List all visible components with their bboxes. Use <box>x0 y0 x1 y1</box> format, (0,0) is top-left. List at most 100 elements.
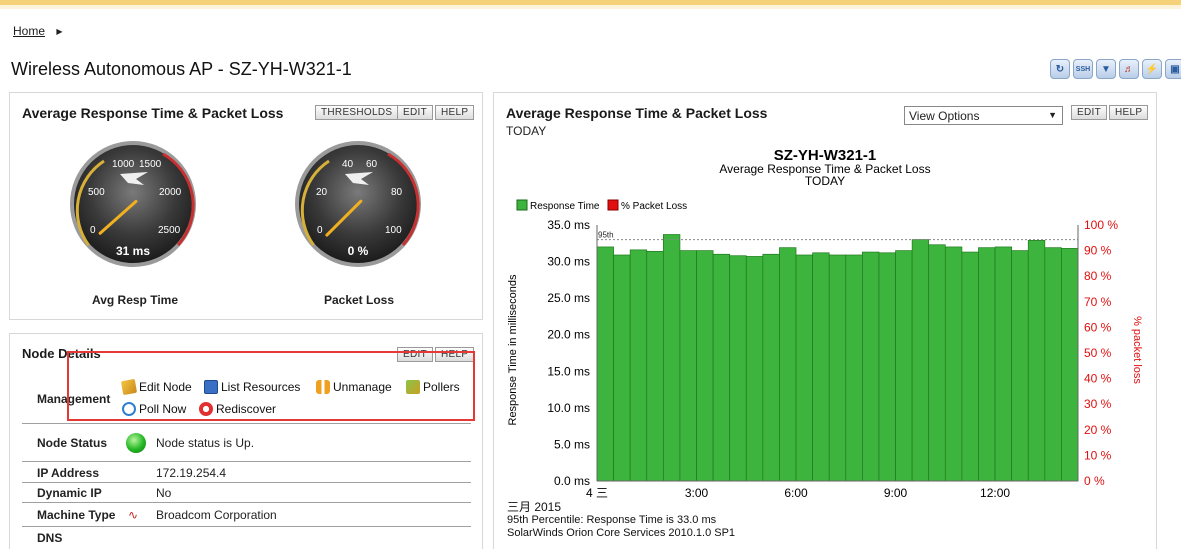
x-tick-label: 12:00 <box>980 486 1010 500</box>
response-time-bar <box>961 251 979 482</box>
gauge2-tick-4: 80 <box>391 187 403 198</box>
dynamic-ip-key: Dynamic IP <box>37 486 102 500</box>
gauges-panel: Average Response Time & Packet Loss THRE… <box>9 92 483 320</box>
product-footer: SolarWinds Orion Core Services 2010.1.0 … <box>507 527 736 539</box>
node-status-key: Node Status <box>37 436 108 450</box>
y-tick-label: 0.0 ms <box>554 474 590 488</box>
legend-swatch-response <box>516 199 528 211</box>
y2-tick-label: 70 % <box>1084 295 1112 309</box>
percentile-label: 95th <box>598 231 614 240</box>
response-time-bar <box>1011 250 1029 482</box>
x-tick-label: 3:00 <box>685 486 709 500</box>
gauge2-tick-3: 60 <box>366 159 378 170</box>
divider <box>22 423 471 424</box>
response-time-bar <box>1027 240 1046 482</box>
chart-subtitle-2: TODAY <box>805 174 845 188</box>
chart-help-button[interactable]: HELP <box>1109 105 1149 120</box>
plot-area: 0.0 ms 5.0 ms 10.0 ms 15.0 ms 20.0 ms 25.0 ms… <box>547 218 1118 500</box>
response-time-bar <box>845 254 863 482</box>
y2-tick-label: 50 % <box>1084 346 1112 360</box>
y2-tick-label: 90 % <box>1084 244 1112 258</box>
ip-address-key: IP Address <box>37 466 100 480</box>
node-status-value: Node status is Up. <box>156 436 255 450</box>
legend-response-time: Response Time <box>530 201 600 212</box>
response-time-bar <box>994 246 1013 482</box>
y-tick-label: 25.0 ms <box>547 291 590 305</box>
response-time-chart: SZ-YH-W321-1 Average Response Time & Pac… <box>507 147 1143 500</box>
response-time-bar <box>712 253 731 482</box>
x-tick-label: 4 三 <box>586 486 608 500</box>
response-time-bar <box>862 251 880 482</box>
sound-icon[interactable]: ♬ <box>1119 59 1139 79</box>
poll-icon[interactable]: ⚡ <box>1142 59 1162 79</box>
top-band <box>0 5 1181 9</box>
y-axis-label: Response Time in milliseconds <box>507 274 519 426</box>
machine-type-value: Broadcom Corporation <box>156 508 277 522</box>
response-time-bar <box>878 252 896 482</box>
response-time-bar <box>629 249 648 482</box>
response-time-bar <box>928 244 946 482</box>
gauge2-value: 0 % <box>348 244 369 258</box>
response-time-bar <box>895 250 913 482</box>
dynamic-ip-value: No <box>156 486 172 500</box>
response-time-bar <box>779 247 797 482</box>
legend-swatch-loss <box>607 199 619 211</box>
toolbar: ↻ SSH ▼ ♬ ⚡ ▣ <box>1050 59 1181 79</box>
breadcrumb-home-link[interactable]: Home <box>13 24 45 38</box>
percentile-footer: 95th Percentile: Response Time is 33.0 m… <box>507 514 717 526</box>
response-time-bar <box>1044 247 1062 482</box>
thresholds-button[interactable]: THRESHOLDS <box>315 105 399 120</box>
gauges-panel-title: Average Response Time & Packet Loss <box>22 105 284 121</box>
breadcrumb-arrow-icon[interactable]: ▶ <box>56 27 62 36</box>
page-title: Wireless Autonomous AP - SZ-YH-W321-1 <box>11 59 352 79</box>
response-time-bar <box>795 254 813 482</box>
response-time-bar <box>812 252 830 482</box>
view-options-select[interactable]: View Options ▼ <box>904 106 1063 125</box>
dns-key: DNS <box>37 531 63 545</box>
status-up-icon <box>126 433 146 453</box>
ssh-icon[interactable]: SSH <box>1073 59 1093 79</box>
chart-panel-subtitle: TODAY <box>506 124 547 138</box>
gauge1-tick-3: 1500 <box>139 159 162 170</box>
y2-tick-label: 80 % <box>1084 269 1112 283</box>
y2-tick-label: 0 % <box>1084 474 1105 488</box>
row-dynamic-ip: Dynamic IP No <box>22 483 471 503</box>
breadcrumb: Home ▶ <box>13 24 63 38</box>
y-tick-label: 10.0 ms <box>547 401 590 415</box>
legend-packet-loss: % Packet Loss <box>621 201 687 212</box>
y2-tick-label: 100 % <box>1084 218 1118 232</box>
dropdown-arrow-icon: ▼ <box>1048 110 1057 120</box>
y-tick-label: 35.0 ms <box>547 218 590 232</box>
x-tick-label: 6:00 <box>784 486 808 500</box>
response-time-bar <box>679 250 697 482</box>
remote-desktop-icon[interactable]: ▣ <box>1165 59 1181 79</box>
y-tick-label: 20.0 ms <box>547 328 590 342</box>
gauge1-tick-4: 2000 <box>159 187 182 198</box>
response-time-bar <box>596 246 614 482</box>
x-tick-label: 9:00 <box>884 486 908 500</box>
chart-panel-title: Average Response Time & Packet Loss <box>506 105 768 121</box>
gauges-edit-button[interactable]: EDIT <box>397 105 433 120</box>
response-time-bar <box>978 247 996 482</box>
chart-date-label: 三月 2015 <box>507 500 562 514</box>
gauge1-tick-0: 0 <box>90 225 96 236</box>
gauge1-tick-2: 1000 <box>112 159 135 170</box>
response-time-bar <box>944 246 963 482</box>
y2-tick-label: 20 % <box>1084 423 1112 437</box>
ip-address-value: 172.19.254.4 <box>156 466 227 480</box>
chart-edit-button[interactable]: EDIT <box>1071 105 1107 120</box>
telnet-icon[interactable]: ▼ <box>1096 59 1116 79</box>
gauge2-tick-1: 20 <box>316 187 328 198</box>
gauges-help-button[interactable]: HELP <box>435 105 475 120</box>
gauge1-label: Avg Resp Time <box>91 293 179 307</box>
row-machine-type: Machine Type ∿ Broadcom Corporation <box>22 505 471 527</box>
gauge2-label: Packet Loss <box>323 293 395 307</box>
y2-tick-label: 10 % <box>1084 448 1112 462</box>
refresh-icon[interactable]: ↻ <box>1050 59 1070 79</box>
gauge2-tick-0: 0 <box>317 225 323 236</box>
highlight-box <box>67 351 475 421</box>
y2-tick-label: 60 % <box>1084 320 1112 334</box>
row-ip-address: IP Address 172.19.254.4 <box>22 463 471 483</box>
gauge1-tick-5: 2500 <box>158 225 181 236</box>
gauge2-tick-5: 100 <box>385 225 402 236</box>
